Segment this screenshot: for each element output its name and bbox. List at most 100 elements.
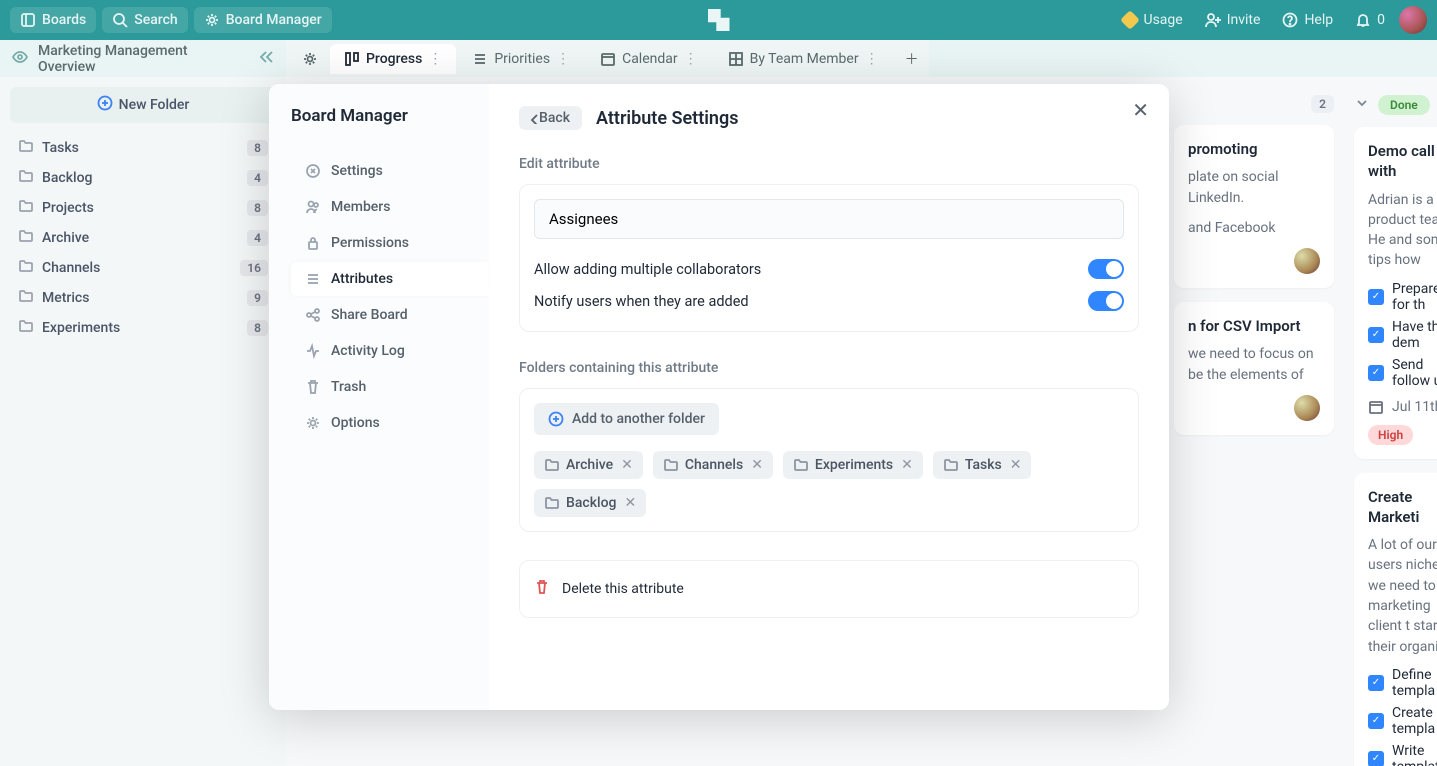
modal-title: Board Manager — [291, 106, 489, 126]
nav-item-attributes[interactable]: Attributes — [291, 262, 489, 296]
delete-label: Delete this attribute — [562, 581, 684, 597]
priority-tag: High — [1368, 425, 1413, 445]
chip-label: Experiments — [815, 457, 893, 473]
usage-button[interactable]: Usage — [1115, 7, 1190, 33]
board-manager-modal: Board Manager Settings MembersPermissions… — [269, 84, 1169, 710]
sidebar-folder[interactable]: Experiments8 — [10, 313, 276, 343]
assignee-avatar[interactable] — [1294, 395, 1320, 421]
remove-chip-button[interactable]: ✕ — [624, 495, 636, 511]
sidebar-folder[interactable]: Projects8 — [10, 193, 276, 223]
checkbox-icon: ✓ — [1368, 327, 1384, 343]
card[interactable]: promoting plate on social LinkedIn. and … — [1174, 125, 1334, 288]
new-folder-button[interactable]: New Folder — [10, 87, 276, 123]
nav-item-activity-log[interactable]: Activity Log — [291, 334, 489, 368]
visibility-icon[interactable] — [12, 49, 28, 69]
remove-chip-button[interactable]: ✕ — [751, 457, 763, 473]
help-label: Help — [1304, 12, 1333, 28]
folder-icon — [18, 168, 34, 188]
checklist-item[interactable]: ✓Define templa — [1368, 667, 1437, 699]
nav-label: Attributes — [331, 271, 393, 287]
folder-icon — [18, 198, 34, 218]
user-avatar[interactable] — [1399, 6, 1427, 34]
folder-name: Backlog — [42, 170, 92, 186]
board-title-bar: Marketing Management Overview — [0, 40, 286, 77]
card[interactable]: Demo call with Adrian is a product team.… — [1354, 127, 1437, 459]
modal-content: ✕ Back Attribute Settings Edit attribute… — [489, 84, 1169, 710]
help-icon — [1282, 12, 1298, 28]
boards-button[interactable]: Boards — [10, 7, 96, 33]
edit-attribute-panel: Allow adding multiple collaborators Noti… — [519, 184, 1139, 332]
checklist-item[interactable]: ✓Have the dem — [1368, 319, 1437, 351]
tab-priorities[interactable]: Priorities ⋮ — [458, 44, 584, 74]
card-desc: and Facebook — [1188, 218, 1320, 238]
card[interactable]: n for CSV Import we need to focus on be … — [1174, 302, 1334, 435]
delete-attribute-button[interactable]: Delete this attribute — [519, 560, 1139, 618]
add-view-button[interactable]: ＋ — [895, 43, 929, 75]
card[interactable]: Create Marketi A lot of our users niche,… — [1354, 473, 1437, 766]
tab-progress[interactable]: Progress ⋮ — [330, 44, 456, 74]
folder-icon — [663, 457, 679, 473]
topbar: Boards Search Board Manager Usage Invite… — [0, 0, 1437, 40]
folder-icon — [943, 457, 959, 473]
folder-icon — [18, 228, 34, 248]
back-button[interactable]: Back — [519, 106, 582, 130]
remove-chip-button[interactable]: ✕ — [901, 457, 913, 473]
toggle-label: Notify users when they are added — [534, 293, 1088, 310]
nav-item-share-board[interactable]: Share Board — [291, 298, 489, 332]
checkbox-icon: ✓ — [1368, 289, 1384, 305]
nav-item-permissions[interactable]: Permissions — [291, 226, 489, 260]
add-to-folder-button[interactable]: Add to another folder — [534, 403, 719, 435]
gear-icon — [302, 51, 318, 67]
tab-menu-icon[interactable]: ⋮ — [865, 51, 879, 67]
card-desc: we need to focus on be the elements of — [1188, 344, 1320, 385]
collapse-sidebar-icon[interactable] — [258, 49, 274, 69]
chevron-down-icon[interactable] — [1354, 95, 1370, 115]
checklist-item[interactable]: ✓Send follow u — [1368, 357, 1437, 389]
checklist-item[interactable]: ✓Create templa — [1368, 705, 1437, 737]
section-label: Edit attribute — [519, 156, 1139, 172]
remove-chip-button[interactable]: ✕ — [621, 457, 633, 473]
remove-chip-button[interactable]: ✕ — [1010, 457, 1022, 473]
tab-menu-icon[interactable]: ⋮ — [556, 51, 570, 67]
sidebar-folder[interactable]: Tasks8 — [10, 133, 276, 163]
sidebar-folder[interactable]: Backlog4 — [10, 163, 276, 193]
plus-circle-icon — [97, 95, 113, 115]
nav-item-settings[interactable]: Settings — [291, 154, 489, 188]
close-button[interactable]: ✕ — [1132, 98, 1149, 122]
tab-menu-icon[interactable]: ⋮ — [684, 51, 698, 67]
board-title: Marketing Management Overview — [38, 43, 248, 75]
check-label: Create templa — [1392, 705, 1437, 737]
tab-by-team-member[interactable]: By Team Member ⋮ — [714, 44, 893, 74]
checkbox-icon: ✓ — [1368, 751, 1384, 766]
nav-item-options[interactable]: Options — [291, 406, 489, 440]
view-settings-button[interactable] — [292, 44, 328, 74]
card-desc: A lot of our users niche, we need to mar… — [1368, 535, 1437, 657]
toggle-notify-users[interactable] — [1088, 291, 1124, 311]
board-manager-button[interactable]: Board Manager — [194, 7, 332, 33]
check-label: Prepare for th — [1392, 281, 1437, 313]
nav-item-trash[interactable]: Trash — [291, 370, 489, 404]
folder-icon — [793, 457, 809, 473]
folder-icon — [18, 138, 34, 158]
search-button[interactable]: Search — [102, 7, 187, 33]
checklist-item[interactable]: ✓ Prepare for th — [1368, 281, 1437, 313]
tab-menu-icon[interactable]: ⋮ — [428, 51, 442, 67]
sidebar-folder[interactable]: Archive4 — [10, 223, 276, 253]
nav-item-members[interactable]: Members — [291, 190, 489, 224]
tab-calendar[interactable]: Calendar ⋮ — [586, 44, 712, 74]
sidebar-folder[interactable]: Metrics9 — [10, 283, 276, 313]
folder-count: 8 — [247, 200, 268, 216]
members-icon — [305, 199, 321, 215]
checklist-item[interactable]: ✓Write template — [1368, 743, 1437, 766]
assignee-avatar[interactable] — [1294, 248, 1320, 274]
invite-button[interactable]: Invite — [1197, 7, 1269, 33]
gear-icon — [204, 12, 220, 28]
nav-label: Settings — [331, 163, 383, 179]
notifications-button[interactable]: 0 — [1347, 7, 1393, 33]
app-logo — [708, 9, 730, 31]
sidebar-folder[interactable]: Channels16 — [10, 253, 276, 283]
attribute-name-input[interactable] — [534, 199, 1124, 239]
toggle-multiple-collaborators[interactable] — [1088, 259, 1124, 279]
folder-name: Tasks — [42, 140, 79, 156]
help-button[interactable]: Help — [1274, 7, 1341, 33]
